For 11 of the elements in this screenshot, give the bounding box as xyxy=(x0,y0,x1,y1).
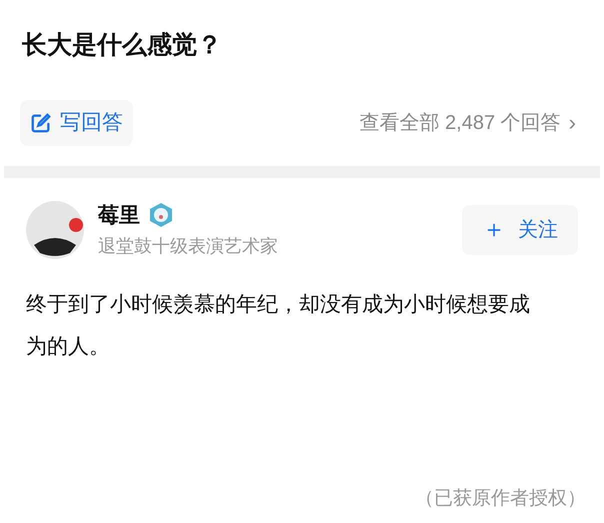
edit-icon xyxy=(30,112,52,134)
question-title: 长大是什么感觉？ xyxy=(22,29,223,61)
write-answer-button[interactable]: 写回答 xyxy=(20,100,133,146)
view-all-answers-link[interactable]: 查看全部 2,487 个回答 › xyxy=(360,106,584,139)
author-bio: 退堂鼓十级表演艺术家 xyxy=(98,235,278,258)
follow-button[interactable]: ＋ 关注 xyxy=(462,204,578,255)
author-name: 莓里 xyxy=(98,202,140,228)
badge-icon xyxy=(148,202,174,228)
avatar xyxy=(26,200,84,259)
answer-content: 终于到了小时候羡慕的年纪，却没有成为小时候想要成为的人。 xyxy=(25,292,531,360)
authorization-note: （已获原作者授权） xyxy=(415,486,586,510)
